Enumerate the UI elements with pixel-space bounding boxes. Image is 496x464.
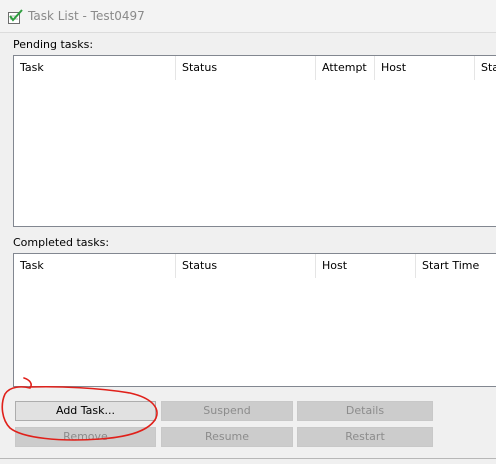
remove-button[interactable]: Remove: [15, 427, 156, 447]
task-list-window: Task List - Test0497 Pending tasks: Task…: [0, 0, 496, 464]
pending-column-status[interactable]: Status: [176, 56, 316, 80]
completed-tasks-label: Completed tasks:: [13, 236, 110, 249]
pending-column-start[interactable]: Sta: [475, 56, 496, 80]
checklist-icon: [8, 9, 23, 24]
pending-column-host[interactable]: Host: [375, 56, 475, 80]
add-task-button[interactable]: Add Task...: [15, 401, 156, 421]
suspend-button[interactable]: Suspend: [161, 401, 293, 421]
pending-tasks-list[interactable]: Task Status Attempt Host Sta: [13, 55, 496, 227]
details-button[interactable]: Details: [297, 401, 433, 421]
window-title: Task List - Test0497: [28, 9, 145, 23]
restart-button[interactable]: Restart: [297, 427, 433, 447]
title-bar[interactable]: Task List - Test0497: [0, 0, 496, 33]
completed-tasks-list[interactable]: Task Status Host Start Time: [13, 253, 496, 387]
pending-column-attempt[interactable]: Attempt: [316, 56, 375, 80]
completed-column-task[interactable]: Task: [14, 254, 176, 278]
completed-column-host[interactable]: Host: [316, 254, 416, 278]
pending-tasks-label: Pending tasks:: [13, 38, 94, 51]
pending-column-task[interactable]: Task: [14, 56, 176, 80]
resume-button[interactable]: Resume: [161, 427, 293, 447]
completed-column-status[interactable]: Status: [176, 254, 316, 278]
window-bottom-edge: [0, 458, 496, 459]
completed-column-start-time[interactable]: Start Time: [416, 254, 496, 278]
